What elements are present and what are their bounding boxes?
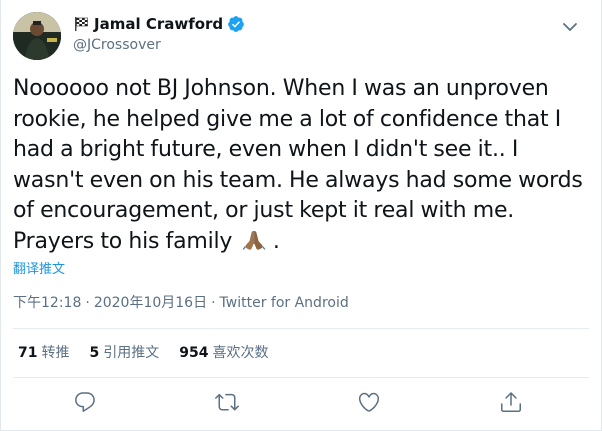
like-count-label: 喜欢次数 — [212, 345, 269, 361]
name-row[interactable]: Jamal Crawford — [73, 14, 245, 34]
tweet-text: Noooooo not BJ Johnson. When I was an un… — [13, 74, 588, 257]
tweet-source[interactable]: Twitter for Android — [220, 295, 349, 311]
translate-tweet-link[interactable]: 翻译推文 — [13, 262, 65, 278]
divider-top — [13, 328, 589, 329]
tweet-trailing: . — [266, 228, 280, 254]
avatar[interactable] — [13, 12, 61, 60]
reply-icon[interactable] — [73, 390, 97, 414]
quote-count-label: 引用推文 — [103, 345, 160, 361]
like-icon[interactable] — [357, 390, 381, 414]
tweet-body: Noooooo not BJ Johnson. When I was an un… — [13, 76, 583, 254]
retweet-count-label: 转推 — [41, 345, 70, 361]
tweet-meta: 下午12:18 · 2020年10月16日 · Twitter for Android — [13, 293, 349, 313]
tweet-time[interactable]: 下午12:18 — [13, 295, 81, 311]
like-count[interactable]: 954 喜欢次数 — [179, 343, 268, 363]
tweet-date[interactable]: 2020年10月16日 — [94, 295, 207, 311]
divider-bottom — [13, 377, 589, 378]
retweet-icon[interactable] — [215, 390, 239, 414]
display-name[interactable]: Jamal Crawford — [94, 14, 223, 34]
tweet-card: Jamal Crawford @JCrossover Noooooo not B… — [0, 0, 602, 431]
meta-separator-1: · — [85, 295, 90, 311]
tweet-stats: 71 转推 5 引用推文 954 喜欢次数 — [18, 343, 288, 363]
meta-separator-2: · — [211, 295, 216, 311]
quote-count[interactable]: 5 引用推文 — [89, 343, 159, 363]
user-names: Jamal Crawford @JCrossover — [73, 14, 245, 55]
retweet-count-value: 71 — [18, 345, 38, 361]
share-icon[interactable] — [499, 390, 523, 414]
checkered-flag-icon — [73, 16, 89, 32]
quote-count-value: 5 — [89, 345, 100, 361]
like-count-value: 954 — [179, 345, 209, 361]
retweet-count[interactable]: 71 转推 — [18, 343, 69, 363]
user-handle[interactable]: @JCrossover — [73, 35, 245, 55]
tweet-actions — [1, 386, 601, 418]
verified-badge-icon — [227, 15, 245, 33]
chevron-down-icon[interactable] — [561, 18, 579, 36]
folded-hands-emoji-icon — [241, 228, 267, 252]
tweet-header: Jamal Crawford @JCrossover — [13, 10, 589, 62]
